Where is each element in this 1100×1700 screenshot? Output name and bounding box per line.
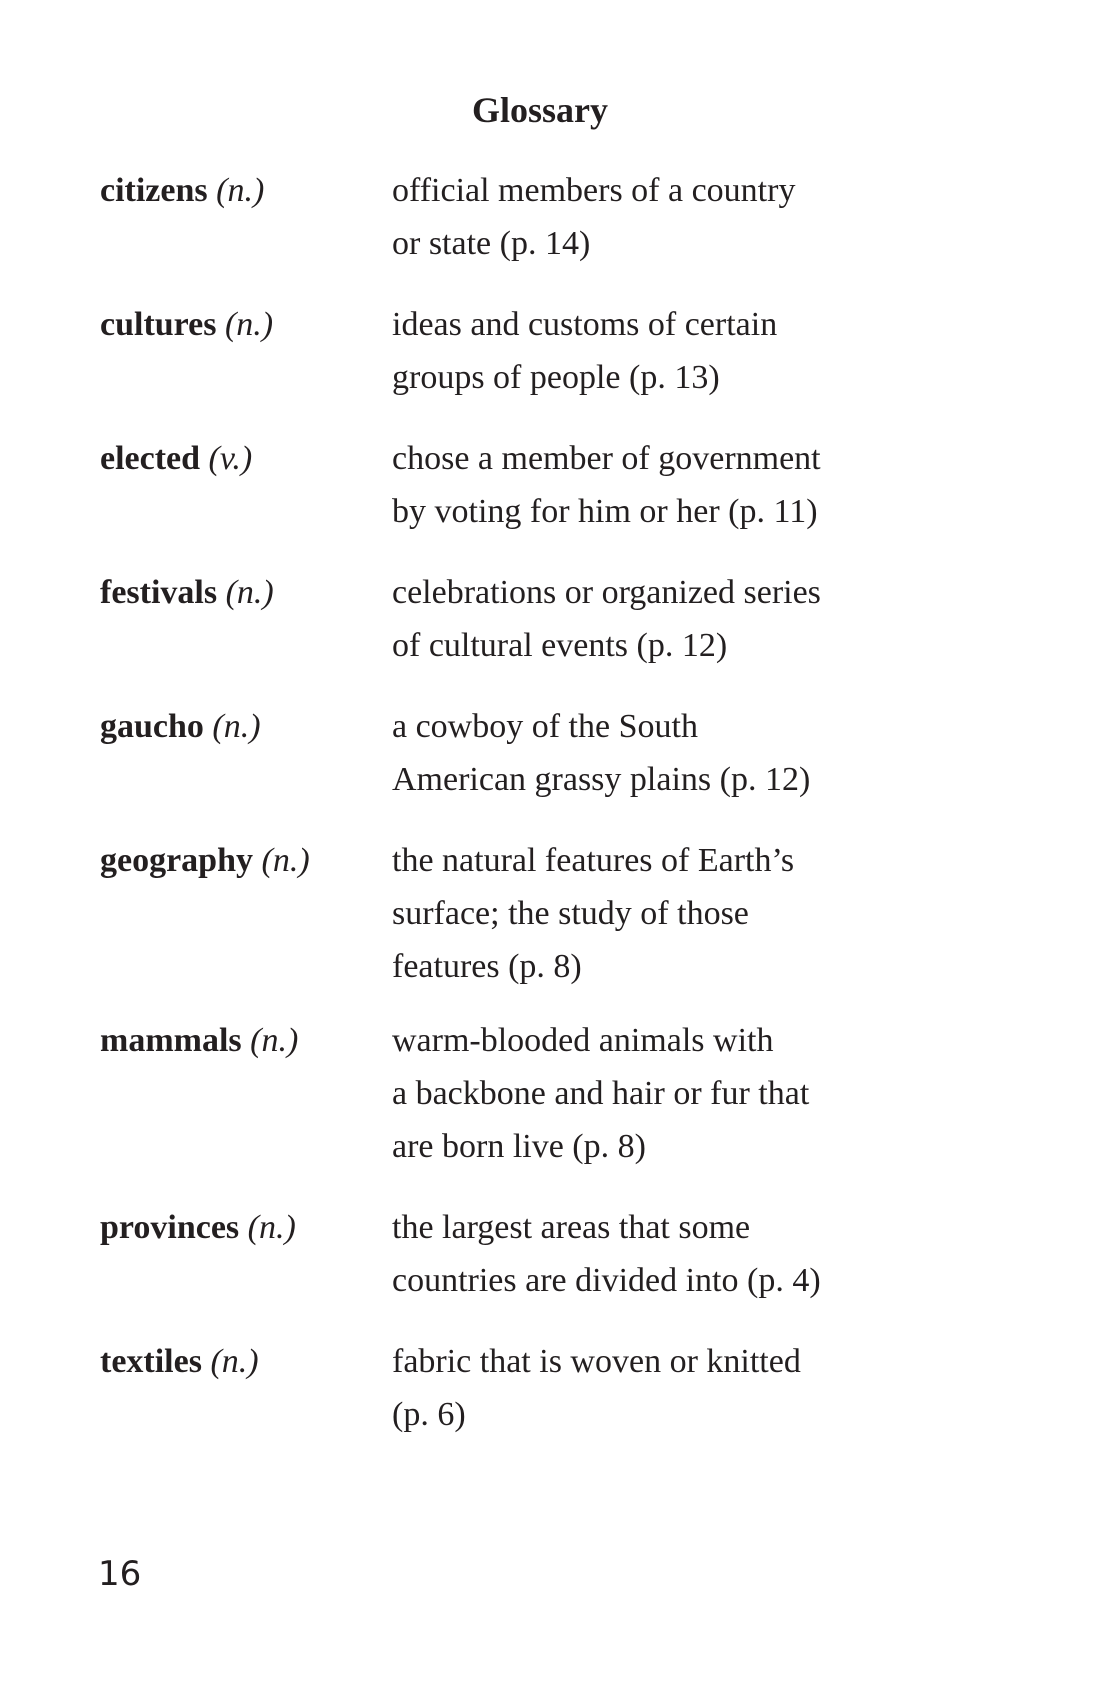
glossary-entry: mammals (n.) warm-blooded animals with a… (100, 1014, 960, 1173)
glossary-definition: a cowboy of the South American grassy pl… (392, 700, 960, 806)
definition-line: a backbone and hair or fur that (392, 1075, 810, 1112)
glossary-list: citizens (n.) official members of a coun… (100, 164, 960, 1441)
glossary-entry: elected (v.) chose a member of governmen… (100, 432, 960, 538)
term-word: mammals (100, 1022, 242, 1059)
term-word: festivals (100, 574, 218, 611)
definition-line: by voting for him or her (p. 11) (392, 493, 818, 530)
glossary-term: festivals (n.) (100, 566, 392, 619)
definition-line: chose a member of government (392, 440, 821, 477)
definition-line: features (p. 8) (392, 948, 582, 985)
glossary-entry: textiles (n.) fabric that is woven or kn… (100, 1335, 960, 1441)
definition-line: fabric that is woven or knitted (392, 1343, 801, 1380)
term-part-of-speech: (n.) (210, 1343, 259, 1380)
glossary-definition: fabric that is woven or knitted (p. 6) (392, 1335, 960, 1441)
term-part-of-speech: (n.) (212, 708, 261, 745)
term-part-of-speech: (n.) (216, 172, 265, 209)
glossary-term: mammals (n.) (100, 1014, 392, 1067)
term-word: provinces (100, 1209, 240, 1246)
glossary-entry: cultures (n.) ideas and customs of certa… (100, 298, 960, 404)
term-part-of-speech: (n.) (250, 1022, 299, 1059)
glossary-term: textiles (n.) (100, 1335, 392, 1388)
definition-line: (p. 6) (392, 1396, 466, 1433)
definition-line: warm-blooded animals with (392, 1022, 774, 1059)
term-part-of-speech: (n.) (225, 574, 274, 611)
term-part-of-speech: (n.) (247, 1209, 296, 1246)
term-word: citizens (100, 172, 208, 209)
glossary-term: cultures (n.) (100, 298, 392, 351)
glossary-definition: chose a member of government by voting f… (392, 432, 960, 538)
glossary-term: provinces (n.) (100, 1201, 392, 1254)
page-title: Glossary (0, 88, 1100, 132)
glossary-entry: gaucho (n.) a cowboy of the South Americ… (100, 700, 960, 806)
definition-line: American grassy plains (p. 12) (392, 761, 811, 798)
term-word: textiles (100, 1343, 202, 1380)
term-word: cultures (100, 306, 217, 343)
glossary-definition: official members of a country or state (… (392, 164, 960, 270)
definition-line: surface; the study of those (392, 895, 749, 932)
term-part-of-speech: (n.) (261, 842, 310, 879)
page-title-text: Glossary (471, 90, 608, 130)
glossary-term: geography (n.) (100, 834, 392, 887)
definition-line: ideas and customs of certain (392, 306, 778, 343)
definition-line: countries are divided into (p. 4) (392, 1262, 821, 1299)
definition-line: are born live (p. 8) (392, 1128, 646, 1165)
glossary-term: citizens (n.) (100, 164, 392, 217)
definition-line: official members of a country (392, 172, 796, 209)
glossary-entry: citizens (n.) official members of a coun… (100, 164, 960, 270)
term-part-of-speech: (n.) (224, 306, 274, 343)
term-word: elected (100, 440, 201, 477)
definition-line: or state (p. 14) (392, 225, 591, 262)
glossary-definition: the natural features of Earth’s surface;… (392, 834, 960, 993)
definition-line: the largest areas that some (392, 1209, 751, 1246)
glossary-definition: ideas and customs of certain groups of p… (392, 298, 960, 404)
glossary-term: gaucho (n.) (100, 700, 392, 753)
definition-line: the natural features of Earth’s (392, 842, 795, 879)
glossary-definition: warm-blooded animals with a backbone and… (392, 1014, 960, 1173)
glossary-term: elected (v.) (100, 432, 392, 485)
glossary-definition: the largest areas that some countries ar… (392, 1201, 960, 1307)
definition-line: groups of people (p. 13) (392, 359, 720, 396)
definition-line: a cowboy of the South (392, 708, 698, 745)
definition-line: celebrations or organized series (392, 574, 821, 611)
glossary-entry: provinces (n.) the largest areas that so… (100, 1201, 960, 1307)
term-word: geography (100, 842, 253, 879)
glossary-definition: celebrations or organized series of cult… (392, 566, 960, 672)
glossary-entry: geography (n.) the natural features of E… (100, 834, 960, 993)
term-part-of-speech: (v.) (208, 440, 253, 477)
glossary-entry: festivals (n.) celebrations or organized… (100, 566, 960, 672)
page-number: 16 (98, 1554, 142, 1594)
term-word: gaucho (100, 708, 204, 745)
definition-line: of cultural events (p. 12) (392, 627, 728, 664)
